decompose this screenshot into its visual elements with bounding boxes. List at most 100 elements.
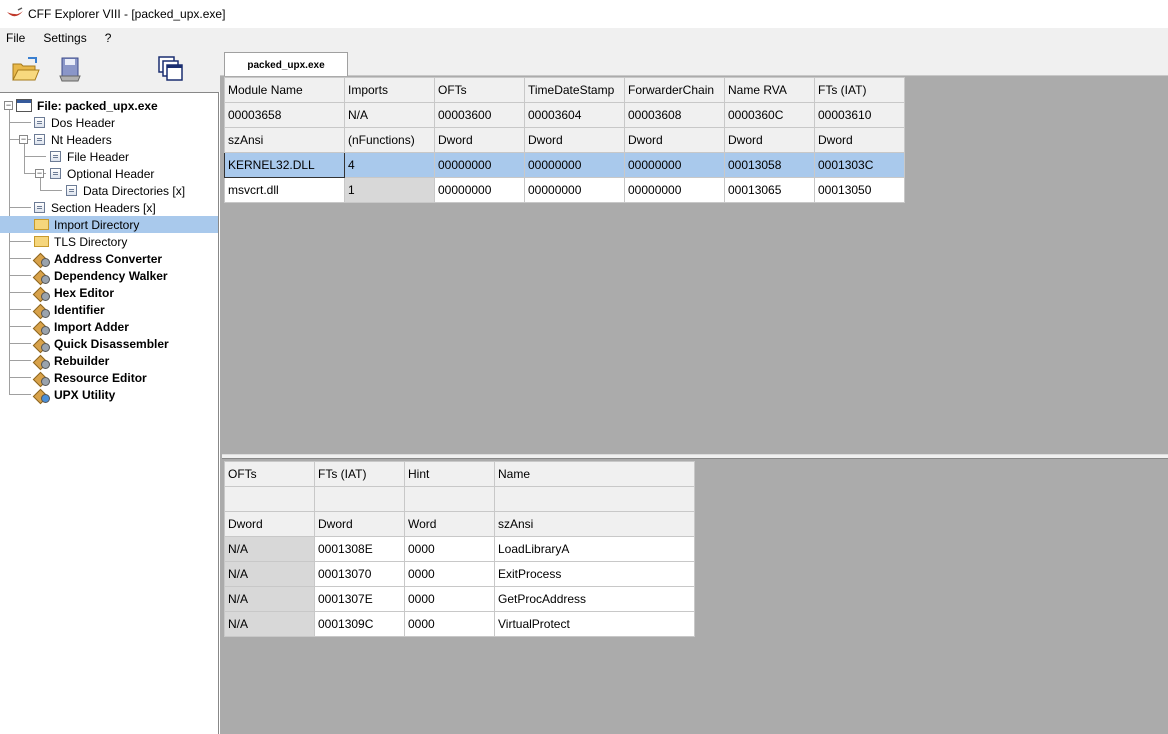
table-cell[interactable]: 00013070 <box>314 561 405 587</box>
file-icon <box>16 99 32 112</box>
table-cell[interactable]: 0000 <box>404 536 495 562</box>
tree-item-label: Dependency Walker <box>54 268 168 283</box>
tab-packed-upx[interactable]: packed_upx.exe <box>224 52 348 77</box>
tree-item-file-header[interactable]: File Header <box>50 148 131 165</box>
header-cell: Imports <box>344 77 435 103</box>
table-cell[interactable]: VirtualProtect <box>494 611 695 637</box>
tree-connector <box>9 326 31 327</box>
tree-item-quick-disassembler[interactable]: Quick Disassembler <box>34 335 171 352</box>
table-row[interactable]: msvcrt.dll 1 00000000 00000000 00000000 00013… <box>224 177 905 203</box>
save-file-button[interactable] <box>56 54 86 84</box>
open-folder-icon <box>12 57 40 81</box>
tool-icon <box>34 371 50 386</box>
tree-item-dos-header[interactable]: Dos Header <box>34 114 117 131</box>
tree-connector <box>9 377 31 378</box>
tree-item-tls-directory[interactable]: TLS Directory <box>34 233 129 250</box>
table-cell[interactable]: 00013050 <box>814 177 905 203</box>
table-row[interactable]: N/A 0001307E 0000 GetProcAddress <box>224 586 695 612</box>
table-cell[interactable]: 00013065 <box>724 177 815 203</box>
tree-item-file-packed-upx-exe[interactable]: File: packed_upx.exe <box>16 97 160 114</box>
tree-item-resource-editor[interactable]: Resource Editor <box>34 369 149 386</box>
table-cell[interactable]: GetProcAddress <box>494 586 695 612</box>
tree-item-label: Nt Headers <box>51 132 112 147</box>
tree-item-import-directory[interactable]: Import Directory <box>0 216 218 233</box>
table-cell[interactable]: 00000000 <box>524 152 625 178</box>
tree-connector <box>24 143 25 174</box>
cascade-windows-icon <box>158 56 183 81</box>
header-cell: szAnsi <box>224 127 345 153</box>
tree-item-hex-editor[interactable]: Hex Editor <box>34 284 116 301</box>
tree-item-section-headers-x[interactable]: Section Headers [x] <box>34 199 158 216</box>
tree-connector <box>24 156 46 157</box>
tree-item-label: File Header <box>67 149 130 164</box>
table-cell[interactable]: N/A <box>224 536 315 562</box>
upx-tool-icon <box>34 388 50 403</box>
table-cell[interactable]: 00000000 <box>524 177 625 203</box>
tree-item-optional-header[interactable]: Optional Header <box>50 165 156 182</box>
table-row[interactable]: N/A 0001308E 0000 LoadLibraryA <box>224 536 695 562</box>
header-cell: Name RVA <box>724 77 815 103</box>
imported-functions-table: OFTs FTs (IAT) Hint Name Dword Dword Word szAns… <box>224 461 695 637</box>
open-file-button[interactable] <box>10 54 40 84</box>
table-cell[interactable]: 1 <box>344 177 435 203</box>
import-directory-table: Module Name Imports OFTs TimeDateStamp Forwa… <box>224 77 905 203</box>
table-cell[interactable]: 00000000 <box>434 177 525 203</box>
table-cell[interactable]: 0000 <box>404 561 495 587</box>
tree-item-label: Data Directories [x] <box>83 183 186 198</box>
table-cell[interactable]: LoadLibraryA <box>494 536 695 562</box>
table-cell[interactable]: N/A <box>224 561 315 587</box>
table-cell[interactable]: N/A <box>224 586 315 612</box>
collapse-file-icon[interactable]: − <box>4 101 13 110</box>
file-tree-panel: File: packed_upx.exe Dos Header Nt Headers… <box>0 92 219 734</box>
menu-settings[interactable]: Settings <box>39 31 90 45</box>
tree-connector <box>40 177 41 191</box>
folder-icon <box>34 219 49 230</box>
menu-help[interactable]: ? <box>101 31 116 45</box>
table-cell[interactable]: 0001308E <box>314 536 405 562</box>
table-cell[interactable]: ExitProcess <box>494 561 695 587</box>
tree-item-rebuilder[interactable]: Rebuilder <box>34 352 111 369</box>
table-cell[interactable]: 0001309C <box>314 611 405 637</box>
pane-splitter[interactable] <box>222 454 1168 459</box>
tree-connector <box>9 207 31 208</box>
tree-connector <box>9 309 31 310</box>
table-cell[interactable]: 00000000 <box>624 177 725 203</box>
table-cell[interactable]: 0000 <box>404 586 495 612</box>
app-logo-icon <box>7 7 23 17</box>
doc-icon <box>66 185 77 196</box>
table-cell[interactable]: KERNEL32.DLL <box>224 152 345 178</box>
tool-icon <box>34 252 50 267</box>
header-cell: 00003604 <box>524 102 625 128</box>
table-cell[interactable]: 00000000 <box>434 152 525 178</box>
tree-item-identifier[interactable]: Identifier <box>34 301 107 318</box>
header-row: Module Name Imports OFTs TimeDateStamp Forwa… <box>224 77 905 103</box>
table-cell[interactable]: 4 <box>344 152 435 178</box>
table-cell[interactable]: 0001307E <box>314 586 405 612</box>
collapse-nt-headers-icon[interactable]: − <box>19 135 28 144</box>
tree-item-address-converter[interactable]: Address Converter <box>34 250 164 267</box>
tree-item-upx-utility[interactable]: UPX Utility <box>34 386 117 403</box>
header-row <box>224 486 695 512</box>
table-cell[interactable]: 00000000 <box>624 152 725 178</box>
tree-item-dependency-walker[interactable]: Dependency Walker <box>34 267 170 284</box>
table-cell[interactable]: 0001303C <box>814 152 905 178</box>
tree-item-import-adder[interactable]: Import Adder <box>34 318 131 335</box>
collapse-optional-header-icon[interactable]: − <box>35 169 44 178</box>
header-cell: OFTs <box>224 461 315 487</box>
menu-file[interactable]: File <box>2 31 29 45</box>
doc-icon <box>34 202 45 213</box>
tree-item-label: Quick Disassembler <box>54 336 169 351</box>
table-cell[interactable]: 00013058 <box>724 152 815 178</box>
doc-icon <box>50 168 61 179</box>
header-cell: (nFunctions) <box>344 127 435 153</box>
table-row[interactable]: N/A 00013070 0000 ExitProcess <box>224 561 695 587</box>
table-row[interactable]: N/A 0001309C 0000 VirtualProtect <box>224 611 695 637</box>
windows-button[interactable] <box>156 54 186 84</box>
tree-item-label: Rebuilder <box>54 353 110 368</box>
table-cell[interactable]: msvcrt.dll <box>224 177 345 203</box>
table-cell[interactable]: 0000 <box>404 611 495 637</box>
table-row[interactable]: KERNEL32.DLL 4 00000000 00000000 00000000 000… <box>224 152 905 178</box>
table-cell[interactable]: N/A <box>224 611 315 637</box>
tree-item-nt-headers[interactable]: Nt Headers <box>34 131 114 148</box>
tree-item-data-directories-x[interactable]: Data Directories [x] <box>66 182 187 199</box>
